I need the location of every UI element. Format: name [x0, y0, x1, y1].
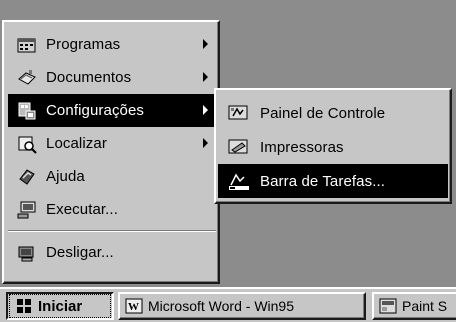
taskbar-button-paint[interactable]: Paint S: [372, 292, 456, 320]
menu-item-label: Executar...: [46, 201, 118, 218]
settings-submenu: Painel de Controle Impressoras Barra de …: [214, 88, 452, 204]
menu-item-desligar[interactable]: Desligar...: [8, 236, 216, 269]
paint-icon: [379, 297, 397, 315]
run-icon: [16, 199, 38, 221]
windows-logo-icon: [15, 297, 33, 315]
word-icon: W: [125, 297, 143, 315]
submenu-item-label: Impressoras: [260, 138, 344, 156]
menu-item-configuracoes[interactable]: Configurações: [8, 94, 216, 127]
menu-item-label: Configurações: [46, 102, 145, 119]
shutdown-icon: [16, 242, 38, 264]
submenu-arrow-icon: [203, 105, 208, 115]
submenu-item-label: Painel de Controle: [260, 104, 386, 122]
control-panel-icon: [228, 102, 250, 124]
documents-icon: [16, 67, 38, 89]
submenu-item-painel-de-controle[interactable]: Painel de Controle: [218, 96, 448, 130]
start-menu: Programas Documentos Configurações Local…: [2, 20, 220, 284]
menu-item-label: Localizar: [46, 135, 107, 152]
help-icon: [16, 166, 38, 188]
submenu-arrow-icon: [203, 39, 208, 49]
programs-icon: [16, 34, 38, 56]
start-button-label: Iniciar: [38, 297, 83, 315]
menu-item-documentos[interactable]: Documentos: [8, 61, 216, 94]
svg-text:W: W: [128, 301, 139, 313]
submenu-item-label: Barra de Tarefas...: [260, 172, 386, 190]
menu-item-executar[interactable]: Executar...: [8, 193, 216, 226]
menu-item-label: Ajuda: [46, 168, 85, 185]
menu-item-programas[interactable]: Programas: [8, 28, 216, 61]
taskbar: Iniciar W Microsoft Word - Win95 Paint S: [0, 287, 456, 322]
submenu-arrow-icon: [203, 72, 208, 82]
taskbar-icon: [228, 170, 250, 192]
menu-separator: [8, 230, 216, 232]
find-icon: [16, 133, 38, 155]
taskbar-button-word[interactable]: W Microsoft Word - Win95: [118, 292, 366, 320]
menu-item-localizar[interactable]: Localizar: [8, 127, 216, 160]
menu-item-ajuda[interactable]: Ajuda: [8, 160, 216, 193]
printers-icon: [228, 136, 250, 158]
menu-item-label: Documentos: [46, 69, 132, 86]
menu-item-label: Programas: [46, 36, 121, 53]
submenu-item-barra-de-tarefas[interactable]: Barra de Tarefas...: [218, 164, 448, 198]
settings-icon: [16, 100, 38, 122]
taskbar-button-label: Paint S: [402, 298, 448, 314]
submenu-arrow-icon: [203, 138, 208, 148]
submenu-item-impressoras[interactable]: Impressoras: [218, 130, 448, 164]
taskbar-button-label: Microsoft Word - Win95: [148, 298, 294, 314]
menu-item-label: Desligar...: [46, 244, 114, 261]
start-button[interactable]: Iniciar: [6, 292, 114, 320]
